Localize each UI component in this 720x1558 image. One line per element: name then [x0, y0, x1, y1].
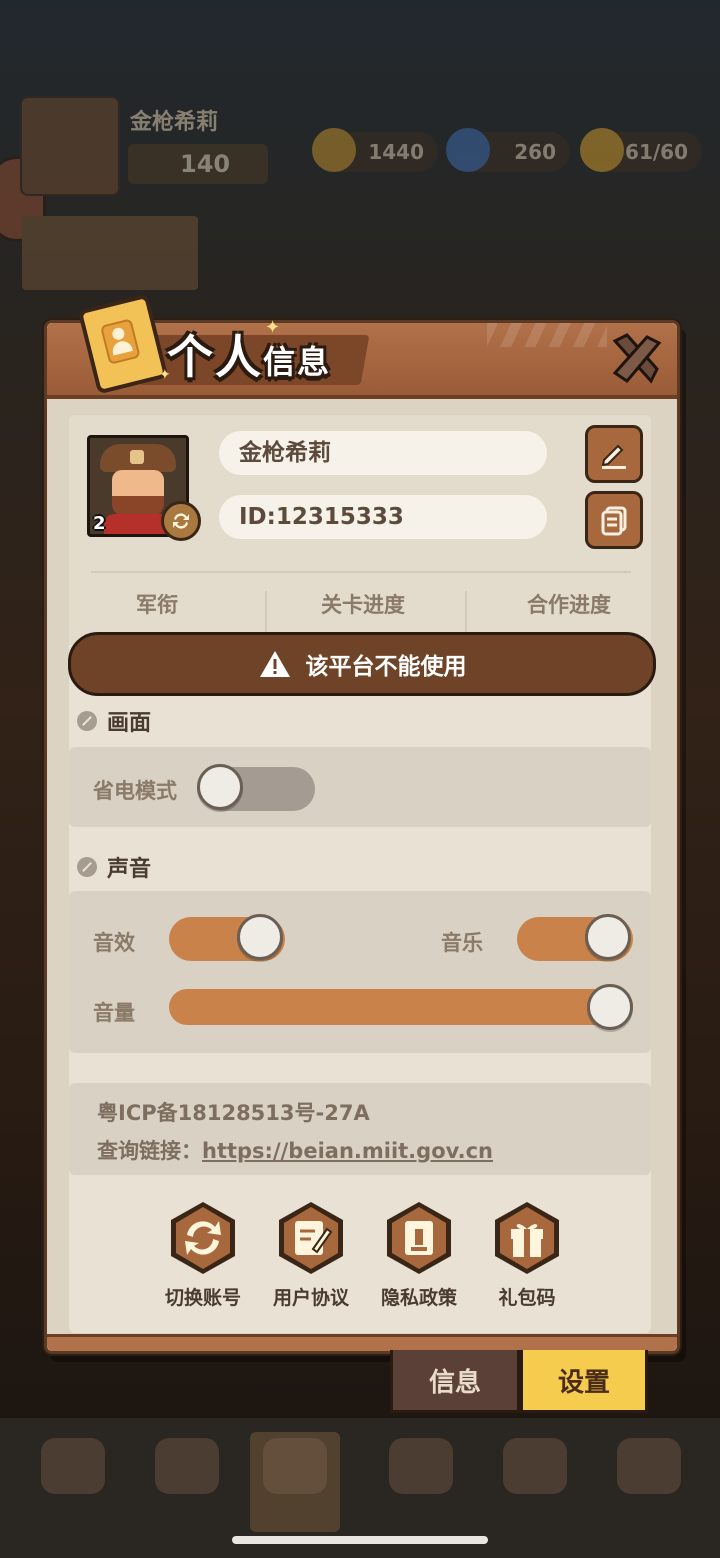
nav-battle [250, 1432, 340, 1532]
gold-coin-icon [312, 128, 356, 172]
display-section-title: 画面 [77, 705, 151, 737]
platform-warning-text: 该平台不能使用 [305, 654, 467, 680]
stat-stage-progress-label: 关卡进度 [321, 593, 405, 617]
nav-heroes [142, 1432, 232, 1532]
platform-warning-banner: 该平台不能使用 [68, 632, 656, 696]
close-button[interactable] [607, 329, 665, 387]
nav-shop [28, 1432, 118, 1532]
gift-code-label: 礼包码 [498, 1287, 556, 1309]
dialog-header: 个人信息 ✦ ✦ [47, 293, 677, 399]
hud-power: 140 [128, 144, 268, 184]
edit-name-button[interactable] [585, 425, 643, 483]
change-avatar-button[interactable] [161, 501, 201, 541]
warning-icon [259, 651, 290, 677]
stat-separator [465, 591, 467, 637]
nav-alliance-locked [604, 1432, 694, 1532]
top-hud: 金枪希莉 140 1440 260 61/60 [0, 88, 720, 298]
gem-resource: 260 [446, 128, 570, 172]
dialog-title: 个人信息 [167, 321, 331, 387]
toggle-knob [585, 914, 631, 960]
privacy-policy-button[interactable]: 隐私政策 [371, 1199, 467, 1310]
switch-account-icon [171, 1202, 235, 1274]
energy-value: 61/60 [625, 140, 688, 164]
user-agreement-icon [279, 1202, 343, 1274]
dialog-body: 2 金枪希莉 ID:12315333 军衔 关卡进度 合作进度 画面 省电模式 … [69, 415, 651, 1333]
user-agreement-label: 用户协议 [272, 1287, 349, 1309]
sound-section-title: 声音 [77, 851, 151, 883]
toggle-knob [197, 764, 243, 810]
player-id-field: ID:12315333 [219, 495, 547, 539]
avatar-level: 2 [93, 513, 106, 534]
home-indicator [232, 1536, 488, 1544]
energy-resource: 61/60 [580, 128, 702, 172]
gift-code-icon [495, 1202, 559, 1274]
gold-value: 1440 [368, 140, 424, 164]
gold-resource: 1440 [312, 128, 438, 172]
copy-icon [601, 506, 627, 536]
close-icon [612, 333, 662, 384]
volume-label: 音量 [93, 1001, 135, 1025]
section-bullet-icon [77, 857, 97, 877]
power-save-toggle[interactable] [197, 764, 315, 811]
music-label: 音乐 [441, 931, 483, 955]
profile-divider [91, 571, 631, 573]
player-name-field: 金枪希莉 [219, 431, 547, 475]
stat-coop-progress-label: 合作进度 [527, 593, 611, 617]
volume-slider[interactable] [169, 984, 633, 1030]
hud-player-name: 金枪希莉 [130, 110, 219, 135]
energy-bolt-icon [580, 128, 624, 172]
hud-power-value: 140 [180, 150, 231, 178]
stat-rank-label: 军衔 [136, 593, 178, 617]
icp-record: 粤ICP备18128513号-27A [97, 1101, 370, 1125]
user-agreement-button[interactable]: 用户协议 [263, 1199, 359, 1310]
tab-info[interactable]: 信息 [390, 1350, 520, 1413]
hud-weapon-card [22, 216, 198, 290]
nav-commander [376, 1432, 466, 1532]
gift-code-button[interactable]: 礼包码 [479, 1199, 575, 1310]
icp-info-panel: 粤ICP备18128513号-27A 查询链接：https://beian.mi… [69, 1083, 651, 1175]
copy-id-button[interactable] [585, 491, 643, 549]
personal-info-dialog: 个人信息 ✦ ✦ 2 金枪希莉 ID:12315333 军衔 关卡进度 合作进度… [44, 293, 680, 1354]
sparkle-icon: ✦ [265, 317, 281, 338]
icp-query-label: 查询链接： [97, 1139, 202, 1163]
switch-account-label: 切换账号 [164, 1287, 241, 1309]
pencil-icon [601, 444, 626, 469]
music-toggle[interactable] [517, 914, 633, 961]
sparkle-icon: ✦ [159, 367, 171, 383]
power-save-label: 省电模式 [93, 779, 177, 803]
blue-gem-icon [446, 128, 490, 172]
privacy-policy-label: 隐私政策 [380, 1287, 457, 1309]
dialog-footer [47, 1334, 677, 1351]
display-section-label: 画面 [107, 711, 152, 736]
profile-card: 2 金枪希莉 ID:12315333 军衔 关卡进度 合作进度 [69, 415, 651, 645]
privacy-policy-icon [387, 1202, 451, 1274]
display-panel: 省电模式 [69, 747, 651, 827]
stat-separator [265, 591, 267, 637]
swap-icon [173, 513, 189, 529]
nav-strategy [490, 1432, 580, 1532]
toggle-knob [237, 914, 283, 960]
player-avatar [20, 96, 120, 196]
icp-query-line: 查询链接：https://beian.miit.gov.cn [97, 1135, 493, 1165]
dialog-title-sub: 信息 [263, 343, 332, 381]
switch-account-button[interactable]: 切换账号 [155, 1199, 251, 1310]
icp-query-link[interactable]: https://beian.miit.gov.cn [202, 1139, 493, 1163]
gem-value: 260 [514, 140, 556, 164]
dialog-title-main: 个人 [167, 330, 263, 384]
volume-slider-handle[interactable] [587, 984, 633, 1030]
sound-section-label: 声音 [107, 857, 152, 882]
sfx-toggle[interactable] [169, 914, 285, 961]
tab-settings[interactable]: 设置 [520, 1350, 648, 1413]
sound-panel: 音效 音乐 音量 [69, 891, 651, 1053]
section-bullet-icon [77, 711, 97, 731]
sfx-label: 音效 [93, 931, 135, 955]
